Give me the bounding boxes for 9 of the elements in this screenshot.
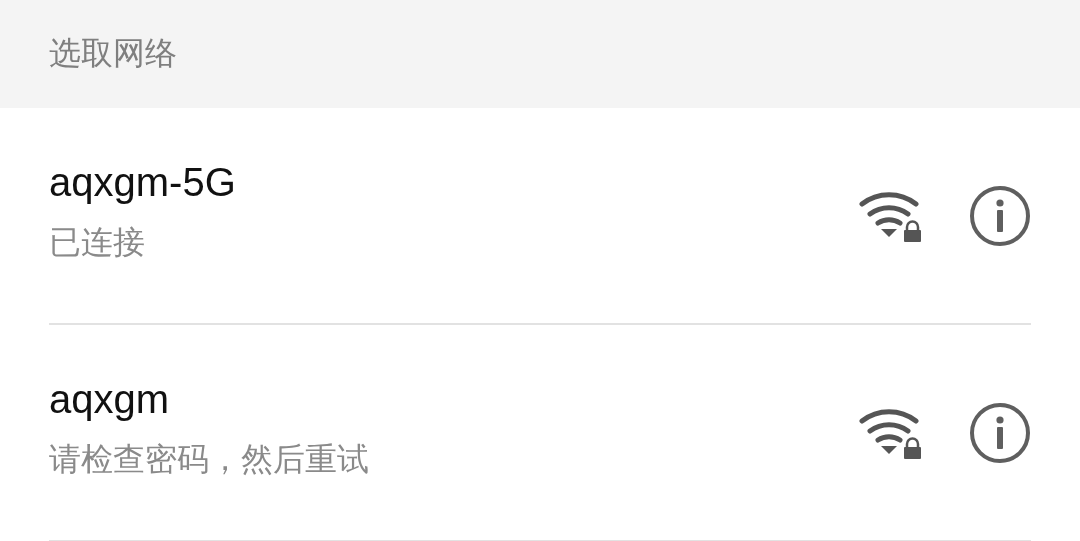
info-button[interactable]	[969, 184, 1031, 247]
network-status: 请检查密码，然后重试	[49, 440, 370, 479]
info-button[interactable]	[969, 401, 1031, 464]
network-status: 已连接	[49, 223, 146, 262]
network-item[interactable]: aqxgm-5G 已连接	[49, 160, 859, 265]
network-name: aqxgm-5G	[49, 160, 237, 205]
section-title: 选取网络	[49, 34, 177, 73]
network-name: aqxgm	[49, 377, 171, 422]
network-item[interactable]: aqxgm 请检查密码，然后重试	[49, 377, 859, 482]
